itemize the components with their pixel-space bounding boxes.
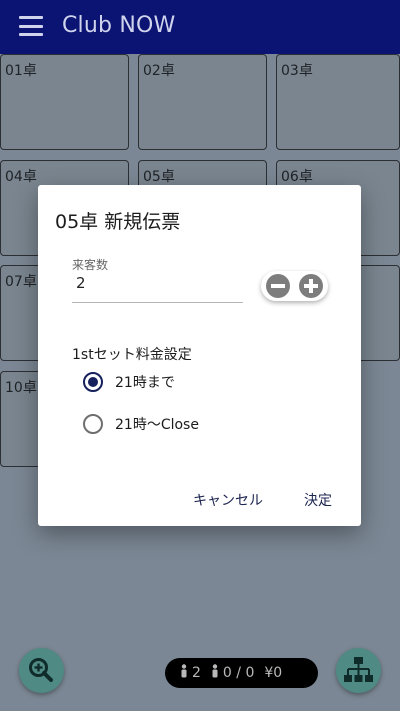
table-label: 03卓 [281, 63, 313, 79]
table-label: 01卓 [5, 63, 37, 79]
set-price-label: 1stセット料金設定 [72, 347, 192, 363]
radio-option-label: 21時まで [115, 375, 175, 391]
plus-circle-icon[interactable] [299, 274, 323, 298]
table-tile-02[interactable]: 02卓 [138, 54, 267, 150]
table-label: 05卓 [143, 169, 175, 185]
guest-count-stepper [261, 271, 328, 301]
radio-option-21-close[interactable]: 21時〜Close [83, 413, 199, 435]
table-tile-01[interactable]: 01卓 [0, 54, 129, 150]
new-slip-dialog: 05卓 新規伝票 来客数 2 1stセット料金設定 21時まで 21時〜Clos… [38, 185, 361, 526]
guest-count-underline [72, 302, 243, 303]
table-tile-03[interactable]: 03卓 [276, 54, 400, 150]
amount-total: ¥0 [264, 665, 283, 681]
radio-button-checked[interactable] [83, 372, 103, 392]
table-label: 07卓 [5, 274, 37, 290]
zoom-button[interactable] [19, 648, 64, 693]
radio-button-unchecked[interactable] [83, 414, 103, 434]
sitemap-button[interactable] [336, 648, 381, 693]
hamburger-menu-icon[interactable] [19, 16, 43, 36]
confirm-button[interactable]: 決定 [304, 490, 332, 510]
guest-total: 2 [192, 665, 201, 681]
guest-ratio: 0 / 0 [222, 665, 255, 681]
guest-count-field[interactable]: 2 [76, 274, 86, 292]
person-icon [180, 664, 188, 682]
radio-option-until-21[interactable]: 21時まで [83, 371, 175, 393]
person-icon [211, 664, 219, 682]
table-label: 04卓 [5, 169, 37, 185]
radio-option-label: 21時〜Close [115, 417, 199, 433]
app-title: Club NOW [62, 13, 176, 38]
zoom-in-icon [29, 658, 53, 682]
cancel-button[interactable]: キャンセル [193, 490, 263, 510]
sitemap-icon [344, 657, 373, 682]
stats-bar: 2 0 / 0 ¥0 [165, 658, 318, 688]
dialog-title: 05卓 新規伝票 [55, 211, 181, 233]
minus-circle-icon[interactable] [266, 274, 290, 298]
guest-count-label: 来客数 [72, 258, 109, 272]
table-label: 10卓 [5, 380, 37, 396]
table-label: 06卓 [281, 169, 313, 185]
table-label: 02卓 [143, 63, 175, 79]
app-bar: Club NOW [0, 0, 400, 54]
